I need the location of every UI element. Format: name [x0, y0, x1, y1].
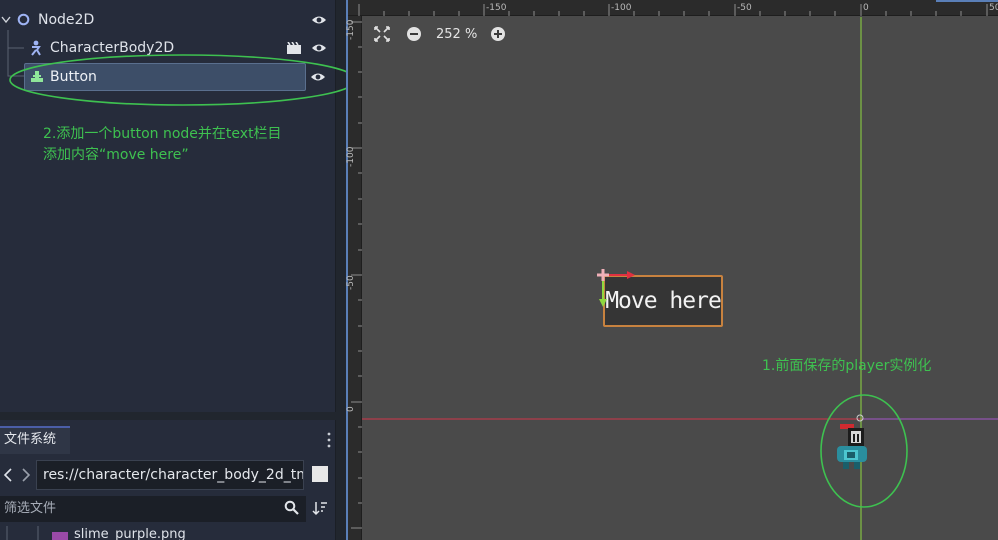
list-item[interactable]: slime_purple.png [74, 527, 186, 540]
annotation-note-line2: 添加内容“move here” [43, 147, 189, 163]
forward-arrow-icon[interactable] [21, 468, 31, 482]
godot-editor: Node2D CharacterBody2D Button 2.添加一个butt… [0, 0, 998, 540]
ruler-label: -150 [486, 3, 507, 13]
transform-gizmo[interactable] [593, 265, 643, 315]
ruler-label: -100 [611, 3, 632, 13]
annotation-ellipse-button [9, 54, 357, 106]
ruler-label: -100 [346, 146, 356, 167]
split-view-toggle-icon[interactable] [312, 466, 328, 482]
annotation-player-note: 1.前面保存的player实例化 [762, 358, 932, 374]
filesystem-filter-input[interactable]: 筛选文件 [0, 496, 306, 522]
zoom-reset-center-icon[interactable] [374, 26, 390, 44]
ruler-label: -50 [346, 275, 356, 290]
ruler-label: 50 [989, 3, 998, 13]
left-dock: Node2D CharacterBody2D Button 2.添加一个butt… [0, 0, 357, 540]
zoom-in-icon[interactable] [490, 26, 506, 44]
ruler-label: -150 [346, 19, 356, 40]
tab-filesystem[interactable]: 文件系统 [0, 426, 70, 454]
ruler-ticks-horizontal [358, 0, 998, 16]
filesystem-panel: 文件系统 res://character/character_body_2d_t… [0, 420, 336, 540]
filesystem-list: slime_purple.png [0, 526, 336, 540]
back-arrow-icon[interactable] [3, 468, 13, 482]
scene-tree-panel: Node2D CharacterBody2D Button 2.添加一个butt… [0, 0, 357, 412]
player-sprite[interactable] [830, 412, 872, 474]
zoom-level-label[interactable]: 252 % [436, 27, 477, 45]
zoom-out-icon[interactable] [406, 26, 422, 44]
tree-guide-lines [6, 526, 39, 540]
ruler-label: 0 [346, 406, 356, 412]
ruler-label: 0 [863, 3, 869, 13]
ruler-label: -50 [737, 3, 752, 13]
filesystem-path-input[interactable]: res://character/character_body_2d_tm [36, 460, 304, 490]
annotation-note-line1: 2.添加一个button node并在text栏目 [43, 126, 282, 142]
canvas-viewport[interactable]: -150 -100 -50 0 50 -150 -100 -50 0 252 %… [346, 0, 998, 540]
ruler-vertical: -150 -100 -50 0 [346, 16, 362, 540]
search-icon [284, 500, 299, 515]
kebab-menu-icon[interactable] [326, 432, 332, 448]
ruler-horizontal: -150 -100 -50 0 50 [348, 0, 998, 16]
sort-icon[interactable] [312, 500, 328, 516]
